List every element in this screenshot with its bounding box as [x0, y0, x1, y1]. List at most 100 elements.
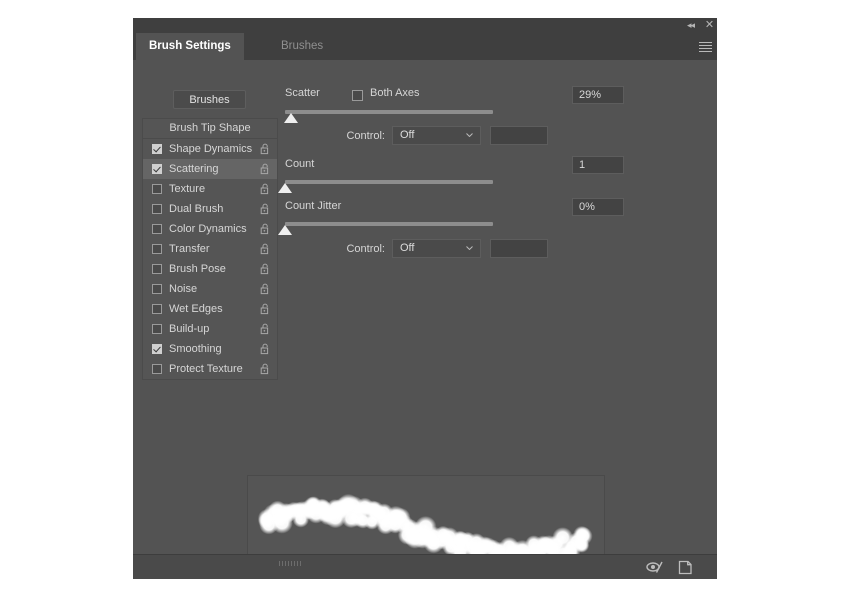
tab-brush-settings[interactable]: Brush Settings — [136, 33, 244, 60]
brush-option-row[interactable]: Color Dynamics — [143, 219, 277, 239]
unlocked-padlock-icon[interactable] — [260, 303, 270, 315]
grip-tick — [282, 561, 283, 566]
brush-settings-panel: ◂◂ ✕ Brush Settings Brushes Brushes Brus… — [133, 18, 717, 579]
grip-tick — [285, 561, 286, 566]
brush-option-checkbox[interactable] — [152, 304, 162, 314]
jitter-control-select[interactable]: Off — [392, 239, 481, 258]
chevron-down-icon — [466, 133, 473, 137]
tab-brushes[interactable]: Brushes — [268, 33, 337, 60]
grip-tick — [291, 561, 292, 566]
count-jitter-slider-track — [285, 222, 493, 226]
jitter-control-value: Off — [400, 242, 415, 254]
count-jitter-slider-handle[interactable] — [278, 225, 292, 235]
scatter-slider-track — [285, 110, 493, 114]
brush-option-checkbox[interactable] — [152, 284, 162, 294]
brush-options-list: Brush Tip Shape Shape Dynamics Scattering… — [142, 118, 278, 380]
hamburger-menu-icon[interactable] — [699, 42, 712, 52]
brush-option-label: Dual Brush — [169, 203, 224, 215]
brush-option-label: Noise — [169, 283, 198, 295]
chevron-down-icon — [466, 246, 473, 250]
unlocked-padlock-icon[interactable] — [260, 163, 270, 175]
unlocked-padlock-icon[interactable] — [260, 323, 270, 335]
count-slider-track — [285, 180, 493, 184]
brush-option-row[interactable]: Wet Edges — [143, 299, 277, 319]
brush-option-row[interactable]: Dual Brush — [143, 199, 277, 219]
scatter-control-value: Off — [400, 129, 415, 141]
count-label: Count — [285, 158, 315, 170]
unlocked-padlock-icon[interactable] — [260, 343, 270, 355]
count-jitter-slider[interactable] — [278, 221, 493, 235]
unlocked-padlock-icon[interactable] — [260, 363, 270, 375]
close-icon[interactable]: ✕ — [703, 19, 716, 32]
new-brush-preset-icon[interactable] — [678, 560, 693, 575]
unlocked-padlock-icon[interactable] — [260, 143, 270, 155]
brush-option-checkbox[interactable] — [152, 224, 162, 234]
brush-preview-toggle-icon[interactable] — [646, 560, 664, 574]
count-jitter-value-input[interactable]: 0% — [572, 198, 624, 216]
unlocked-padlock-icon[interactable] — [260, 283, 270, 295]
both-axes-checkbox[interactable] — [352, 90, 363, 101]
panel-title-bar: ◂◂ ✕ — [133, 18, 717, 33]
brush-option-label: Wet Edges — [169, 303, 223, 315]
scatter-control-select[interactable]: Off — [392, 126, 481, 145]
grip-tick — [288, 561, 289, 566]
scatter-slider-handle[interactable] — [284, 113, 299, 123]
brush-option-label: Build-up — [169, 323, 210, 335]
brush-option-checkbox[interactable] — [152, 324, 162, 334]
brush-option-row[interactable]: Texture — [143, 179, 277, 199]
brush-tip-shape-header[interactable]: Brush Tip Shape — [143, 119, 277, 139]
double-chevron-left-icon[interactable]: ◂◂ — [684, 19, 697, 32]
scatter-label: Scatter — [285, 87, 320, 99]
scatter-value-input[interactable]: 29% — [572, 86, 624, 104]
brush-option-checkbox[interactable] — [152, 164, 162, 174]
brush-option-label: Scattering — [169, 163, 219, 175]
panel-footer — [133, 554, 717, 579]
grip-tick — [300, 561, 301, 566]
panel-resize-grip[interactable] — [279, 561, 305, 566]
scatter-slider[interactable] — [284, 109, 493, 123]
grip-tick — [294, 561, 295, 566]
brush-option-checkbox[interactable] — [152, 344, 162, 354]
brush-option-checkbox[interactable] — [152, 184, 162, 194]
grip-tick — [279, 561, 280, 566]
brush-option-checkbox[interactable] — [152, 364, 162, 374]
brushes-button[interactable]: Brushes — [173, 90, 246, 109]
brush-option-row[interactable]: Smoothing — [143, 339, 277, 359]
panel-body: Brushes Brush Tip Shape Shape Dynamics Sc… — [133, 60, 717, 575]
scatter-control-label: Control: — [346, 130, 385, 142]
brush-option-row[interactable]: Scattering — [143, 159, 277, 179]
count-slider[interactable] — [278, 179, 493, 193]
brush-dot — [574, 526, 593, 546]
unlocked-padlock-icon[interactable] — [260, 223, 270, 235]
count-slider-handle[interactable] — [278, 183, 292, 193]
brush-option-label: Transfer — [169, 243, 210, 255]
unlocked-padlock-icon[interactable] — [260, 203, 270, 215]
brush-option-row[interactable]: Transfer — [143, 239, 277, 259]
brush-option-label: Shape Dynamics — [169, 143, 253, 155]
jitter-control-extra-input[interactable] — [490, 239, 548, 258]
brush-option-row[interactable]: Noise — [143, 279, 277, 299]
brush-option-row[interactable]: Brush Pose — [143, 259, 277, 279]
brush-option-label: Color Dynamics — [169, 223, 247, 235]
count-jitter-label: Count Jitter — [285, 200, 342, 212]
unlocked-padlock-icon[interactable] — [260, 183, 270, 195]
unlocked-padlock-icon[interactable] — [260, 263, 270, 275]
jitter-control-label: Control: — [346, 243, 385, 255]
grip-tick — [297, 561, 298, 566]
brush-option-row[interactable]: Protect Texture — [143, 359, 277, 379]
brush-option-checkbox[interactable] — [152, 244, 162, 254]
brush-option-row[interactable]: Shape Dynamics — [143, 139, 277, 159]
brush-option-label: Texture — [169, 183, 206, 195]
scatter-control-extra-input[interactable] — [490, 126, 548, 145]
brush-option-label: Protect Texture — [169, 363, 243, 375]
count-value-input[interactable]: 1 — [572, 156, 624, 174]
brush-option-label: Smoothing — [169, 343, 222, 355]
brush-option-checkbox[interactable] — [152, 144, 162, 154]
brush-option-row[interactable]: Build-up — [143, 319, 277, 339]
unlocked-padlock-icon[interactable] — [260, 243, 270, 255]
brush-option-checkbox[interactable] — [152, 204, 162, 214]
brush-option-checkbox[interactable] — [152, 264, 162, 274]
brush-option-label: Brush Pose — [169, 263, 226, 275]
both-axes-label: Both Axes — [370, 87, 420, 99]
tab-strip: Brush Settings Brushes — [133, 33, 717, 60]
